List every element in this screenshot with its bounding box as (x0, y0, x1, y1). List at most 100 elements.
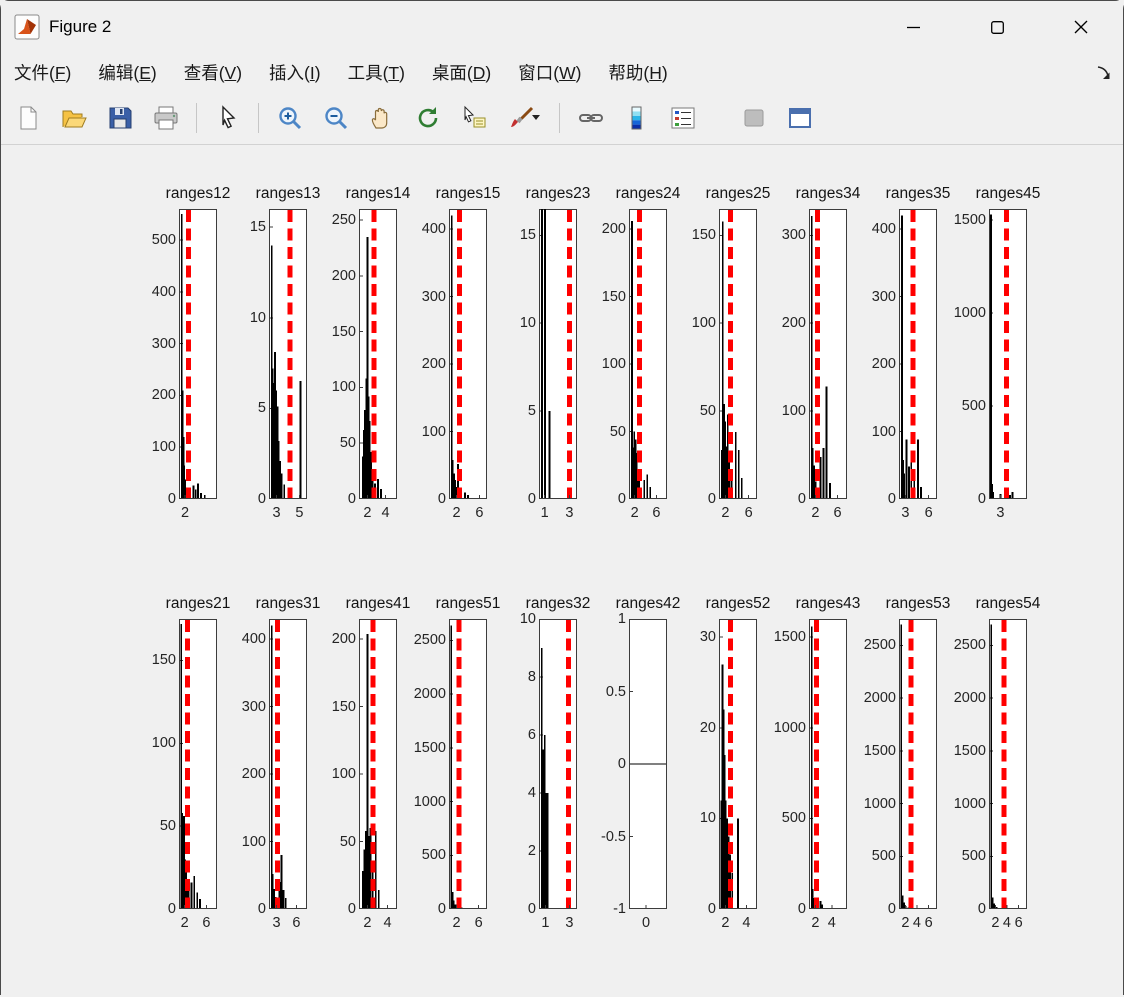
pan-hand-icon (371, 107, 387, 129)
plot-axes[interactable] (449, 619, 487, 909)
y-tick-label: -1 (613, 901, 626, 917)
link-plot-button[interactable] (572, 99, 609, 137)
y-tick-label: 300 (421, 288, 446, 305)
y-tick-label: 2500 (413, 632, 446, 649)
print-figure-button[interactable] (147, 99, 184, 137)
show-plot-tools-button[interactable] (781, 99, 818, 137)
y-tick-label: 0 (707, 901, 716, 917)
menu-item-T[interactable]: 工具(T) (348, 60, 405, 85)
plot-axes[interactable] (809, 619, 847, 909)
save-floppy-icon (109, 107, 131, 128)
insert-colorbar-button[interactable] (618, 99, 655, 137)
menu-item-H[interactable]: 帮助(H) (608, 60, 667, 85)
y-tick-label: 150 (691, 227, 716, 244)
x-tick-label: 4 (383, 915, 392, 931)
maximize-button[interactable] (955, 1, 1039, 53)
subplot-title: ranges12 (165, 185, 231, 202)
y-tick-label: 100 (871, 423, 896, 440)
menu-item-W[interactable]: 窗口(W) (518, 60, 581, 85)
y-tick-label: 10 (519, 611, 536, 627)
subplot-ranges42: ranges42 -1 -0.5 0 0.5 1 0 (579, 595, 680, 941)
x-tick-label: 2 (363, 505, 372, 521)
plot-axes[interactable] (359, 619, 397, 909)
y-tick-label: 200 (331, 631, 356, 648)
data-cursor-icon (464, 105, 485, 127)
plot-axes[interactable] (539, 619, 577, 909)
hide-plot-tools-icon (744, 109, 763, 126)
plot-axes[interactable] (989, 209, 1027, 499)
hide-plot-tools-button[interactable] (735, 99, 772, 137)
plot-axes[interactable] (899, 619, 937, 909)
y-tick-label: 1500 (413, 739, 446, 756)
subplot-ranges23: ranges23 0 5 10 15 1 3 (489, 185, 590, 531)
colorbar-icon (631, 106, 641, 129)
menu-item-I[interactable]: 插入(I) (269, 60, 321, 85)
window-title: Figure 2 (49, 17, 112, 36)
new-figure-button[interactable] (9, 99, 46, 137)
plot-axes[interactable] (359, 209, 397, 499)
plot-axes[interactable] (719, 209, 757, 499)
plot-axes[interactable] (179, 209, 217, 499)
y-tick-label: 100 (421, 423, 446, 440)
zoom-out-button[interactable] (317, 99, 354, 137)
x-tick-label: 6 (474, 915, 483, 931)
subplot-ranges12: ranges12 0 100 200 300 400 500 2 (129, 185, 231, 531)
subplot-title: ranges32 (525, 595, 591, 612)
plot-axes[interactable] (899, 209, 937, 499)
y-tick-label: 1500 (953, 212, 986, 229)
x-tick-label: 4 (912, 915, 921, 931)
rotate-3d-button[interactable] (409, 99, 446, 137)
toolbar-divider (258, 102, 259, 133)
plot-axes[interactable] (809, 209, 847, 499)
menu-item-E[interactable]: 编辑(E) (98, 60, 156, 85)
y-tick-label: 1000 (953, 795, 986, 812)
show-plot-tools-dock-icon (788, 107, 811, 128)
plot-axes[interactable] (719, 619, 757, 909)
plot-axes[interactable] (629, 619, 667, 909)
y-tick-label: 500 (871, 848, 896, 865)
plot-axes[interactable] (179, 619, 217, 909)
insert-legend-button[interactable] (664, 99, 701, 137)
subplot-title: ranges53 (885, 595, 951, 612)
y-tick-label: 0 (887, 901, 896, 917)
x-tick-label: 2 (721, 915, 730, 931)
y-tick-label: 5 (257, 400, 266, 417)
plot-axes[interactable] (629, 209, 667, 499)
zoom-in-button[interactable] (271, 99, 308, 137)
subplot-title: ranges13 (255, 185, 321, 202)
close-button[interactable] (1039, 1, 1123, 53)
zoom-in-icon (278, 106, 301, 129)
data-cursor-button[interactable] (455, 99, 492, 137)
minimize-button[interactable] (871, 1, 955, 53)
y-tick-label: 100 (241, 833, 266, 850)
menu-item-V[interactable]: 查看(V) (184, 60, 242, 85)
toolbar-divider (559, 102, 560, 133)
menu-item-F[interactable]: 文件(F) (14, 60, 71, 85)
y-tick-label: 2000 (953, 690, 986, 707)
plot-axes[interactable] (989, 619, 1027, 909)
y-tick-label: 0 (437, 901, 446, 917)
subplot-ranges31: ranges31 0 100 200 300 400 3 6 (219, 595, 321, 941)
x-tick-label: 2 (901, 915, 910, 931)
plot-axes[interactable] (269, 619, 307, 909)
y-tick-label: 50 (699, 403, 716, 420)
y-tick-label: 50 (609, 423, 626, 440)
plot-axes[interactable] (449, 209, 487, 499)
dock-figure-arrow-icon[interactable] (1096, 65, 1123, 80)
save-figure-button[interactable] (101, 99, 138, 137)
plot-axes[interactable] (539, 209, 577, 499)
brush-data-button[interactable] (501, 99, 547, 137)
subplot-title: ranges52 (705, 595, 771, 612)
edit-plot-button[interactable] (209, 99, 246, 137)
menu-item-D[interactable]: 桌面(D) (432, 60, 491, 85)
pan-button[interactable] (363, 99, 400, 137)
y-tick-label: 1500 (773, 629, 806, 646)
plot-axes[interactable] (269, 209, 307, 499)
open-file-button[interactable] (55, 99, 92, 137)
legend-icon (671, 107, 694, 128)
y-tick-label: 0 (167, 491, 176, 507)
brush-dropdown-caret-icon[interactable] (532, 115, 540, 120)
y-tick-label: 150 (601, 288, 626, 305)
subplot-ranges35: ranges35 0 100 200 300 400 3 6 (849, 185, 951, 531)
x-tick-label: 6 (652, 505, 661, 521)
